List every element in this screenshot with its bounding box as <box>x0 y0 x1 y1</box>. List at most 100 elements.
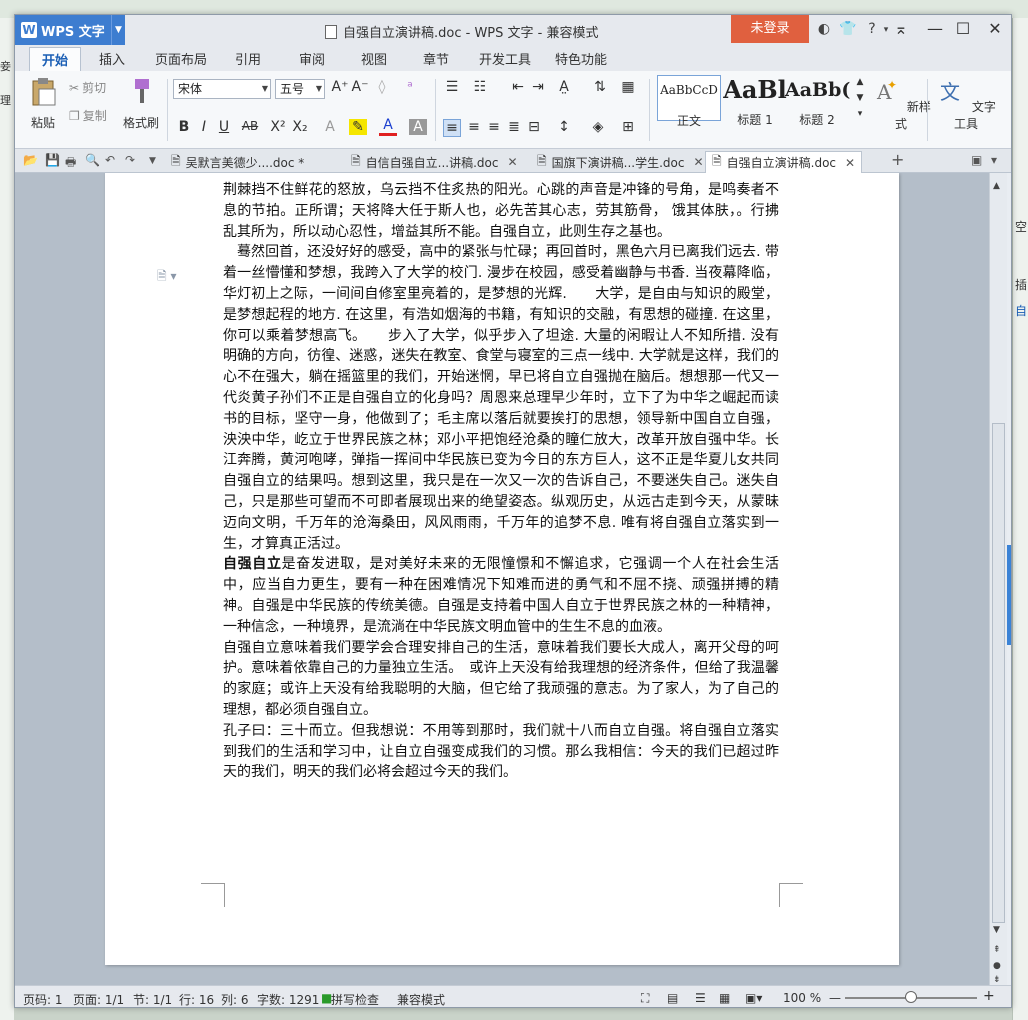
cut-button[interactable]: ✂ 剪切 <box>69 79 106 96</box>
outline-view-icon[interactable]: ☰ <box>695 991 706 1005</box>
align-right-icon[interactable]: ≡ <box>485 119 503 135</box>
collapse-ribbon-icon[interactable]: ⌅ <box>889 19 913 38</box>
scroll-up-icon[interactable]: ▲ <box>993 181 1000 191</box>
page-view-icon[interactable]: ▤ <box>667 991 678 1005</box>
strikethrough-icon[interactable]: AB <box>241 119 259 133</box>
text-tools-button[interactable]: 文 文字工具 <box>933 75 999 132</box>
document-body[interactable]: 荆棘挡不住鲜花的怒放，乌云挡不住炙热的阳光。心跳的声音是冲锋的号角，是鸣奏者不息… <box>223 180 779 783</box>
doc-tab[interactable]: 🗎 国旗下演讲稿...学生.doc ✕ <box>531 151 710 173</box>
align-left-icon[interactable]: ≡ <box>443 119 461 137</box>
chevron-down-icon[interactable]: ▼ <box>149 156 156 166</box>
chinese-layout-icon[interactable]: A̤ <box>555 79 573 95</box>
style-more-icon[interactable]: ▾ <box>851 109 869 119</box>
redo-icon[interactable]: ↷ <box>125 153 135 167</box>
zoom-slider-knob[interactable] <box>905 991 917 1003</box>
tab-special[interactable]: 特色功能 <box>555 49 607 68</box>
vertical-scrollbar[interactable]: ▲ ▼ ⇞ ● ⇟ <box>989 173 1007 985</box>
tab-review[interactable]: 审阅 <box>299 49 325 68</box>
font-name-select[interactable]: 宋体 ▼ <box>173 79 271 99</box>
undo-icon[interactable]: ↶ <box>105 153 115 167</box>
font-color-icon[interactable]: A <box>379 117 397 136</box>
zoom-level[interactable]: 100 % <box>783 991 821 1005</box>
highlight-icon[interactable]: ✎ <box>349 119 367 135</box>
line-spacing-icon[interactable]: ↕ <box>555 119 573 135</box>
increase-indent-icon[interactable]: ⇥ <box>529 79 547 95</box>
print-preview-icon[interactable]: 🔍 <box>85 153 100 167</box>
doc-tab[interactable]: 🗎 自信自强自立...讲稿.doc ✕ <box>345 151 524 173</box>
decrease-indent-icon[interactable]: ⇤ <box>509 79 527 95</box>
shirt-icon[interactable]: 👕 <box>839 21 857 37</box>
format-painter-button[interactable]: 格式刷 <box>119 75 163 131</box>
spell-check-button[interactable]: 拼写检查 <box>331 991 379 1007</box>
justify-icon[interactable]: ≣ <box>505 119 523 135</box>
minimize-icon[interactable]: — <box>923 19 947 38</box>
tab-list-icon[interactable]: ▣ <box>971 153 982 167</box>
number-list-icon[interactable]: ☷ <box>471 79 489 95</box>
close-icon[interactable]: ✕ <box>845 156 855 170</box>
text-effect-icon[interactable]: A <box>321 119 339 135</box>
doc-tab-active[interactable]: 🗎 自强自立演讲稿.doc ✕ <box>705 151 863 173</box>
close-icon[interactable]: ✕ <box>983 19 1007 38</box>
reading-view-icon[interactable]: ▣▾ <box>745 991 762 1005</box>
select-browse-icon[interactable]: ● <box>993 961 1001 971</box>
document-page[interactable]: 🗎 ▾ 荆棘挡不住鲜花的怒放，乌云挡不住炙热的阳光。心跳的声音是冲锋的号角，是鸣… <box>105 173 899 965</box>
maximize-icon[interactable]: ☐ <box>951 19 975 38</box>
close-icon[interactable]: ✕ <box>507 155 517 169</box>
tab-insert[interactable]: 插入 <box>99 49 125 68</box>
underline-icon[interactable]: U <box>215 119 233 135</box>
tab-home[interactable]: 开始 <box>29 47 82 71</box>
paragraph-layout-icon[interactable]: 🗎 ▾ <box>157 267 177 288</box>
tab-developer[interactable]: 开发工具 <box>479 49 531 68</box>
sort-icon[interactable]: ⇅ <box>591 79 609 95</box>
tab-references[interactable]: 引用 <box>235 49 261 68</box>
font-size-select[interactable]: 五号 ▼ <box>275 79 325 99</box>
phonetic-icon[interactable]: ᵃ <box>401 79 419 95</box>
zoom-out-icon[interactable]: — <box>829 991 841 1005</box>
print-icon[interactable]: 🖶 <box>65 153 76 174</box>
bullet-list-icon[interactable]: ☰ <box>443 79 461 95</box>
prev-page-icon[interactable]: ⇞ <box>993 945 1001 955</box>
status-word-count[interactable]: 字数: 1291 <box>257 991 319 1007</box>
save-icon[interactable]: 💾 <box>45 153 60 167</box>
style-heading-2[interactable]: AaBb( 标题 2 <box>785 75 850 127</box>
style-heading-1[interactable]: AaBl 标题 1 <box>723 75 787 127</box>
char-shading-icon[interactable]: A <box>409 119 427 135</box>
bold-icon[interactable]: B <box>175 119 193 135</box>
style-normal[interactable]: AaBbCcD 正文 <box>657 75 721 128</box>
style-scroll-down-icon[interactable]: ▼ <box>851 93 869 103</box>
new-tab-icon[interactable]: + <box>891 150 904 169</box>
web-view-icon[interactable]: ▦ <box>719 991 730 1005</box>
paste-button[interactable]: 粘贴 <box>23 75 63 131</box>
scroll-down-icon[interactable]: ▼ <box>993 925 1000 935</box>
shading-icon[interactable]: ◈ <box>589 119 607 135</box>
skin-icon[interactable]: ◐ <box>815 21 833 37</box>
show-marks-icon[interactable]: ▦ <box>619 79 637 95</box>
tab-chapter[interactable]: 章节 <box>423 49 449 68</box>
next-page-icon[interactable]: ⇟ <box>993 975 1001 985</box>
tab-menu-icon[interactable]: ▾ <box>991 153 997 167</box>
distribute-icon[interactable]: ⊟ <box>525 119 543 135</box>
app-menu-button[interactable]: W WPS 文字 ▼ <box>15 15 125 45</box>
chevron-down-icon[interactable]: ▼ <box>111 15 125 45</box>
side-panel-toggle[interactable] <box>1007 545 1011 645</box>
shrink-font-icon[interactable]: A⁻ <box>351 79 369 95</box>
doc-tab[interactable]: 🗎 吴默言美德少....doc * <box>165 151 310 173</box>
superscript-icon[interactable]: X² <box>269 119 287 135</box>
clear-format-icon[interactable]: ◊ <box>373 79 391 95</box>
scrollbar-thumb[interactable] <box>992 423 1005 923</box>
open-icon[interactable]: 📂 <box>23 153 38 167</box>
style-scroll-up-icon[interactable]: ▲ <box>851 77 869 87</box>
copy-button[interactable]: ❐ 复制 <box>69 107 107 124</box>
italic-icon[interactable]: I <box>195 119 213 135</box>
borders-icon[interactable]: ⊞ <box>619 119 637 135</box>
grow-font-icon[interactable]: A⁺ <box>331 79 349 95</box>
close-icon[interactable]: ✕ <box>693 155 703 169</box>
subscript-icon[interactable]: X₂ <box>291 119 309 135</box>
tab-page-layout[interactable]: 页面布局 <box>155 49 207 68</box>
zoom-in-icon[interactable]: + <box>983 988 995 1004</box>
full-screen-icon[interactable]: ⛶ <box>641 991 649 1006</box>
tab-view[interactable]: 视图 <box>361 49 387 68</box>
new-style-button[interactable]: A ✦ 新样式 <box>871 75 931 132</box>
login-button[interactable]: 未登录 <box>731 15 809 43</box>
align-center-icon[interactable]: ≡ <box>465 119 483 135</box>
